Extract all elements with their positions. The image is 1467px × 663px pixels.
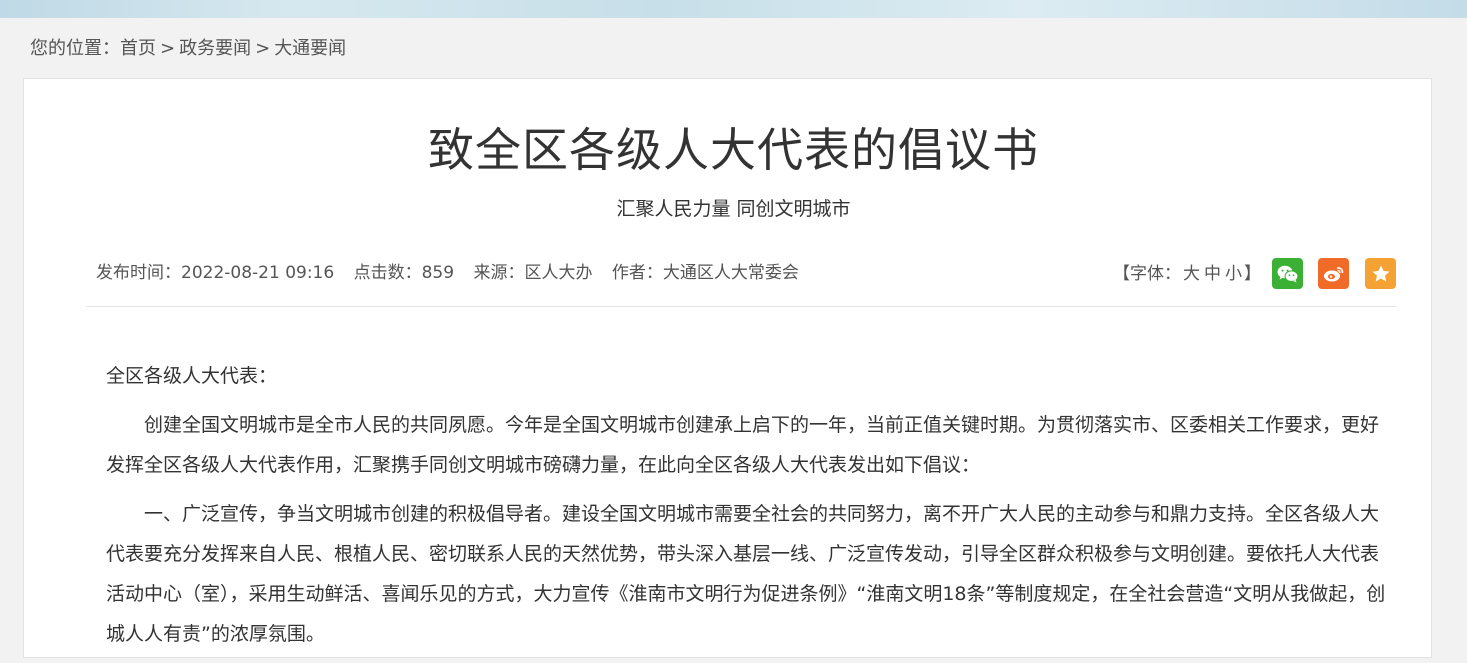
breadcrumb-home-link[interactable]: 首页 [120,38,156,59]
breadcrumb-separator: > [160,38,176,59]
font-size-small-button[interactable]: 小 [1225,264,1242,284]
article-meta: 发布时间：2022-08-21 09:16 点击数：859 来源：区人大办 作者… [96,260,813,286]
breadcrumb-separator: > [255,38,271,59]
meta-divider [86,306,1396,307]
proposal-paragraph: 一、广泛宣传，争当文明城市创建的积极倡导者。建设全国文明城市需要全社会的共同努力… [106,503,1386,645]
salutation-paragraph: 全区各级人大代表： [106,365,278,387]
publish-time: 发布时间：2022-08-21 09:16 [96,263,335,283]
font-size-medium-button[interactable]: 中 [1204,264,1221,284]
intro-paragraph: 创建全国文明城市是全市人民的共同夙愿。今年是全国文明城市创建承上启下的一年，当前… [106,414,1380,476]
share-wechat-button[interactable] [1272,258,1303,289]
breadcrumb-politics-news-link[interactable]: 政务要闻 [179,38,251,59]
article-author: 作者：大通区人大常委会 [611,263,799,283]
breadcrumb: 您的位置：首页 > 政务要闻 > 大通要闻 [30,36,346,62]
font-size-label: 【字体： [1113,264,1181,284]
article-subtitle: 汇聚人民力量 同创文明城市 [616,198,851,220]
breadcrumb-datong-news-link[interactable]: 大通要闻 [274,38,346,59]
weibo-icon [1323,266,1343,281]
breadcrumb-prefix: 您的位置： [30,38,120,59]
top-banner [0,0,1467,18]
font-size-bracket-close: 】 [1244,264,1261,284]
view-count: 点击数：859 [353,263,455,283]
star-icon [1372,265,1389,281]
share-weibo-button[interactable] [1318,258,1349,289]
wechat-icon [1277,265,1298,283]
font-size-switcher: 【字体：大中小】 [1113,261,1261,287]
article-title: 致全区各级人大代表的倡议书 [428,123,1039,177]
favorite-button[interactable] [1365,258,1396,289]
article-source: 来源：区人大办 [473,263,593,283]
article-body: 全区各级人大代表： 创建全国文明城市是全市人民的共同夙愿。今年是全国文明城市创建… [106,356,1386,663]
font-size-large-button[interactable]: 大 [1183,264,1200,284]
